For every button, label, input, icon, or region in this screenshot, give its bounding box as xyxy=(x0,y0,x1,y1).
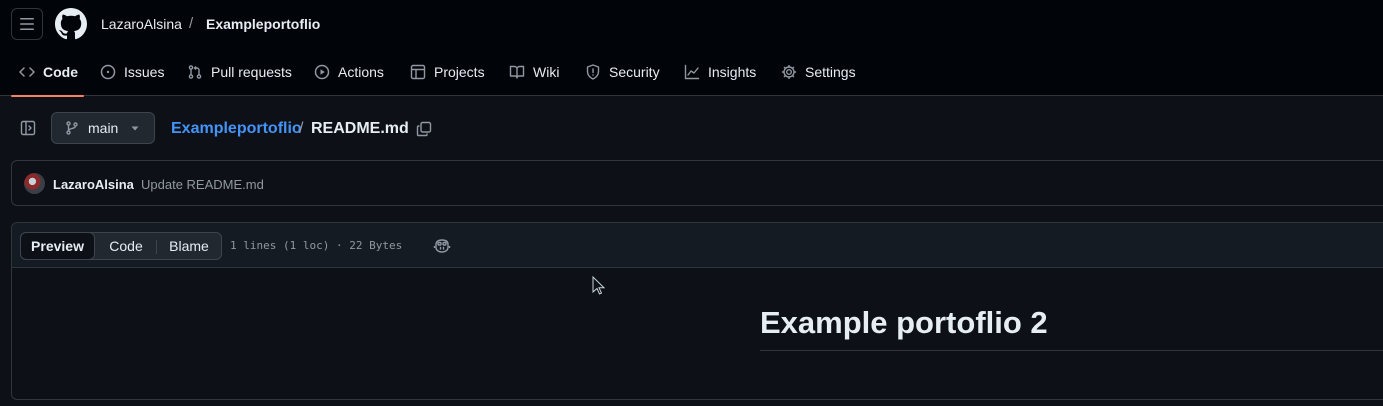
avatar[interactable] xyxy=(24,173,45,194)
tab-wiki[interactable]: Wiki xyxy=(509,48,559,96)
tab-blame-label: Blame xyxy=(169,238,209,254)
tab-settings[interactable]: Settings xyxy=(781,48,856,96)
app-header: LazaroAlsina / Exampleportoflio Code Iss… xyxy=(0,0,1383,97)
tab-security-label: Security xyxy=(609,64,660,80)
latest-commit-box: LazaroAlsina Update README.md xyxy=(11,160,1383,206)
tab-pull-requests[interactable]: Pull requests xyxy=(187,48,292,96)
tab-code[interactable]: Code xyxy=(19,48,78,96)
copy-icon xyxy=(416,121,432,137)
readme-heading: Example portoflio 2 xyxy=(760,305,1048,340)
copy-path-button[interactable] xyxy=(413,118,435,140)
breadcrumb-separator: / xyxy=(189,15,194,32)
copilot-icon xyxy=(433,239,451,253)
graph-icon xyxy=(684,64,700,80)
tab-actions-label: Actions xyxy=(338,64,384,80)
commit-author[interactable]: LazaroAlsina xyxy=(53,177,134,192)
pull-request-icon xyxy=(188,65,202,79)
tab-issues[interactable]: Issues xyxy=(100,48,164,96)
tab-actions[interactable]: Actions xyxy=(314,48,384,96)
heading-divider xyxy=(760,350,1383,351)
file-path-repo-link[interactable]: Exampleportoflio xyxy=(171,120,302,138)
file-path-filename: README.md xyxy=(311,120,409,137)
breadcrumb-owner[interactable]: LazaroAlsina xyxy=(101,16,182,32)
file-viewer: Preview Code Blame 1 lines (1 loc) · 22 … xyxy=(11,222,1383,400)
file-tree-toggle-button[interactable] xyxy=(13,113,43,143)
tab-code-view-label: Code xyxy=(109,238,143,254)
tab-insights[interactable]: Insights xyxy=(684,48,756,96)
tab-issues-label: Issues xyxy=(124,64,165,80)
hamburger-icon xyxy=(20,18,34,30)
tab-code-label: Code xyxy=(43,64,78,80)
code-icon xyxy=(19,67,35,77)
view-mode-segmented-control: Preview Code Blame xyxy=(20,232,222,260)
tab-pull-requests-label: Pull requests xyxy=(211,64,292,80)
tab-insights-label: Insights xyxy=(708,64,757,80)
tab-settings-label: Settings xyxy=(805,64,856,80)
table-icon xyxy=(410,64,426,80)
gear-icon xyxy=(782,65,796,79)
github-logo-icon[interactable] xyxy=(55,8,87,40)
issue-icon xyxy=(100,64,116,80)
book-icon xyxy=(509,65,525,79)
file-stats: 1 lines (1 loc) · 22 Bytes xyxy=(230,239,403,252)
sidebar-expand-icon xyxy=(20,120,36,136)
active-tab-indicator xyxy=(11,95,84,97)
branch-icon xyxy=(66,121,78,135)
tab-projects[interactable]: Projects xyxy=(410,48,485,96)
tab-projects-label: Projects xyxy=(434,64,485,80)
tab-preview[interactable]: Preview xyxy=(20,232,95,260)
branch-selector[interactable]: main xyxy=(51,112,155,144)
shield-icon xyxy=(586,64,600,80)
tab-code-view[interactable]: Code xyxy=(96,233,156,259)
repo-nav: Code Issues Pull requests Actions Projec… xyxy=(0,48,1383,97)
top-bar: LazaroAlsina / Exampleportoflio xyxy=(0,0,1383,48)
breadcrumb-repo[interactable]: Exampleportoflio xyxy=(206,16,320,32)
tab-wiki-label: Wiki xyxy=(533,64,560,80)
branch-name: main xyxy=(88,120,119,136)
menu-button[interactable] xyxy=(11,8,43,40)
mouse-cursor-icon xyxy=(592,276,606,295)
tab-blame[interactable]: Blame xyxy=(157,233,221,259)
play-icon xyxy=(314,64,330,80)
commit-message[interactable]: Update README.md xyxy=(141,177,264,192)
caret-down-icon xyxy=(131,126,139,131)
file-header: Preview Code Blame 1 lines (1 loc) · 22 … xyxy=(12,223,1383,268)
tab-security[interactable]: Security xyxy=(585,48,660,96)
tab-preview-label: Preview xyxy=(31,238,84,254)
file-path-separator: / xyxy=(299,120,304,137)
copilot-button[interactable] xyxy=(432,236,452,256)
